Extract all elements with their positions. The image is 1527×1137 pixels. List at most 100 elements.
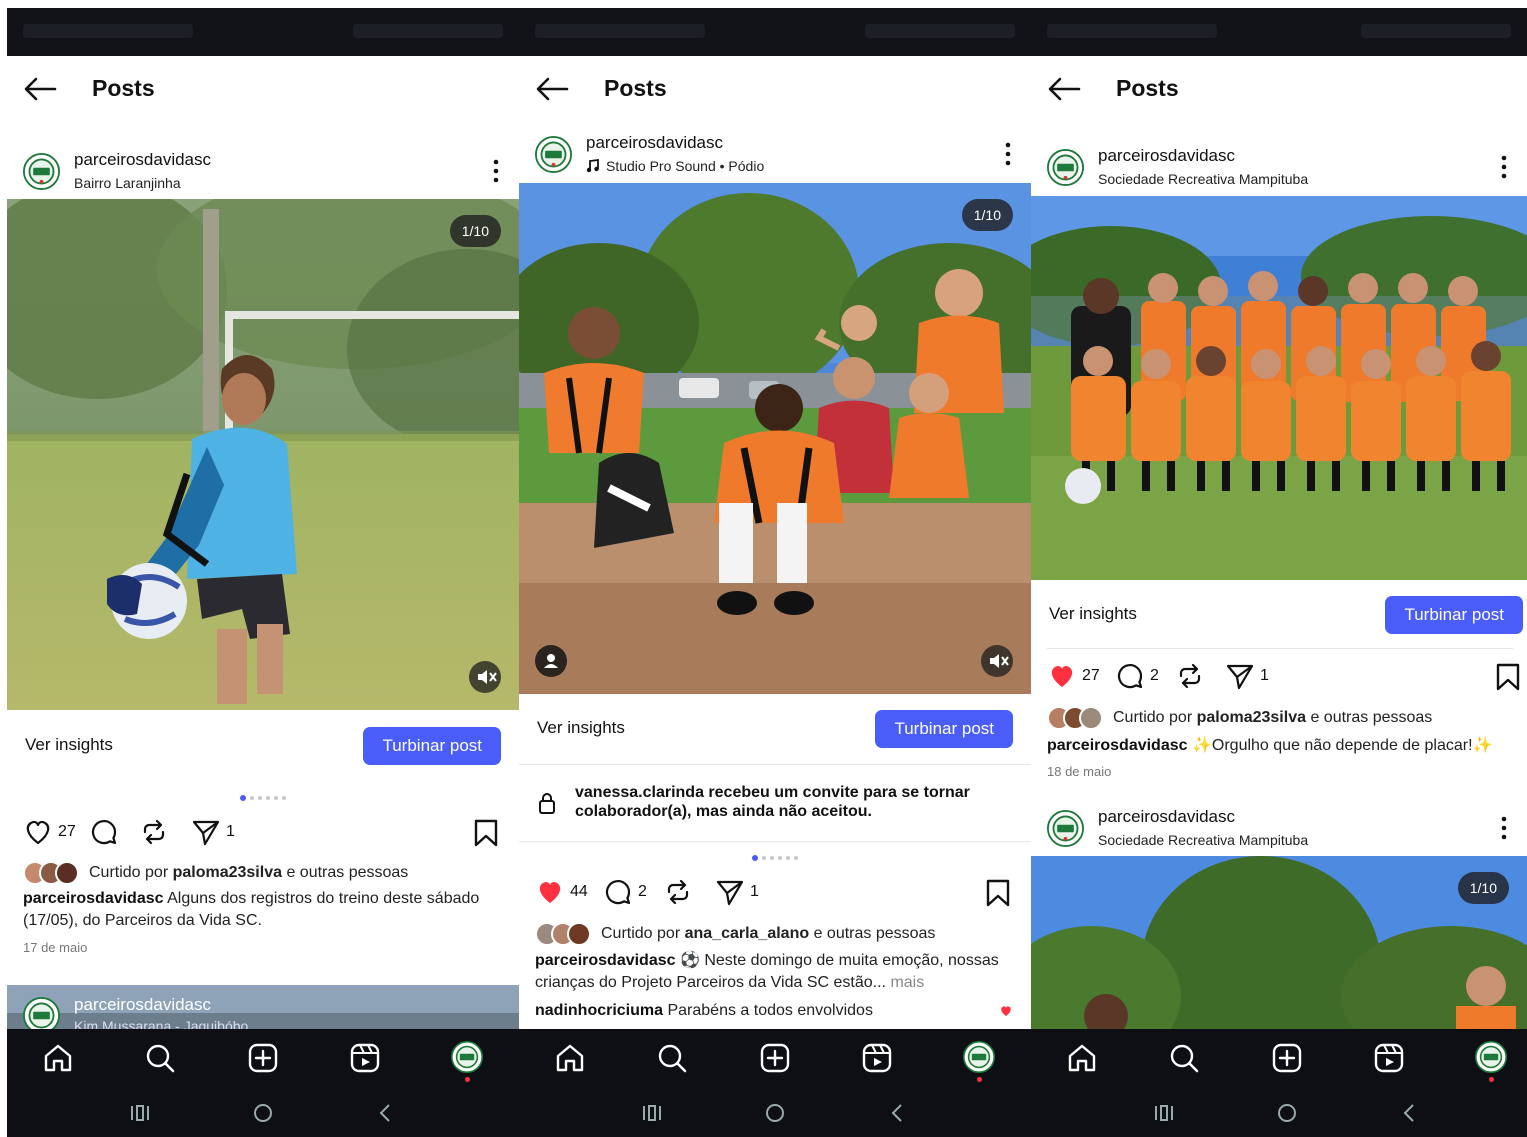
avatar[interactable]	[23, 997, 60, 1029]
avatar[interactable]	[1047, 810, 1084, 847]
home-circle-icon[interactable]	[762, 1101, 788, 1125]
comment-icon[interactable]	[1115, 661, 1145, 691]
repost-icon[interactable]	[1175, 661, 1205, 691]
boost-post-button[interactable]: Turbinar post	[363, 727, 501, 765]
send-icon[interactable]	[191, 817, 221, 847]
home-icon[interactable]	[553, 1041, 587, 1075]
like-button[interactable]: 27	[1047, 661, 1100, 691]
comment-icon[interactable]	[89, 817, 119, 847]
kebab-icon[interactable]	[485, 156, 507, 186]
reels-icon[interactable]	[348, 1041, 382, 1075]
location-label[interactable]: Kim Mussarana - Jaquibóbo	[74, 1018, 248, 1029]
like-button[interactable]: 44	[535, 877, 588, 907]
home-circle-icon[interactable]	[1274, 1101, 1300, 1125]
share-count[interactable]: 1	[1260, 667, 1269, 685]
kebab-icon[interactable]	[997, 139, 1019, 169]
profile-avatar[interactable]	[451, 1041, 483, 1073]
audio-label[interactable]: Studio Pro Sound • Pódio	[586, 158, 764, 174]
liked-by-row[interactable]: Curtido por ana_carla_alano e outras pes…	[535, 921, 1025, 947]
more-link[interactable]: mais	[886, 974, 924, 991]
location-label[interactable]: Sociedade Recreativa Mampituba	[1098, 832, 1308, 848]
send-button[interactable]: 1	[715, 877, 759, 907]
bookmark-icon[interactable]	[473, 819, 499, 847]
share-count[interactable]: 1	[226, 823, 235, 841]
search-icon[interactable]	[1167, 1041, 1201, 1075]
heart-icon[interactable]	[999, 1004, 1013, 1018]
kebab-icon[interactable]	[1493, 152, 1515, 182]
back-arrow-icon[interactable]	[23, 76, 57, 102]
create-icon[interactable]	[1270, 1041, 1304, 1075]
view-insights-link[interactable]: Ver insights	[1049, 604, 1137, 624]
boost-post-button[interactable]: Turbinar post	[1385, 596, 1523, 634]
post-author[interactable]: parceirosdavidasc Sociedade Recreativa M…	[1031, 140, 1527, 192]
create-icon[interactable]	[758, 1041, 792, 1075]
recents-icon[interactable]	[639, 1101, 665, 1125]
author-name[interactable]: parceirosdavidasc	[1098, 807, 1235, 827]
liked-by-row[interactable]: Curtido por paloma23silva e outras pesso…	[23, 860, 513, 886]
comment-count[interactable]: 2	[1150, 667, 1159, 685]
search-icon[interactable]	[143, 1041, 177, 1075]
comment-button[interactable]: 2	[603, 877, 647, 907]
like-count[interactable]: 27	[1082, 667, 1100, 685]
view-insights-link[interactable]: Ver insights	[537, 718, 625, 738]
recents-icon[interactable]	[127, 1101, 153, 1125]
profile-avatar[interactable]	[1475, 1041, 1507, 1073]
liked-by-row[interactable]: Curtido por paloma23silva e outras pesso…	[1047, 705, 1527, 731]
avatar[interactable]	[535, 136, 572, 173]
comment-icon[interactable]	[603, 877, 633, 907]
location-label[interactable]: Bairro Laranjinha	[74, 175, 181, 191]
home-icon[interactable]	[41, 1041, 75, 1075]
avatar[interactable]	[23, 153, 60, 190]
post-photo[interactable]	[1031, 196, 1527, 580]
comment-count[interactable]: 2	[638, 883, 647, 901]
location-label[interactable]: Sociedade Recreativa Mampituba	[1098, 171, 1308, 187]
back-arrow-icon[interactable]	[535, 76, 569, 102]
repost-button[interactable]	[1175, 661, 1205, 691]
send-button[interactable]: 1	[191, 817, 235, 847]
repost-button[interactable]	[139, 817, 169, 847]
back-chevron-icon[interactable]	[885, 1101, 911, 1125]
heart-icon[interactable]	[535, 877, 565, 907]
create-icon[interactable]	[246, 1041, 280, 1075]
mute-icon[interactable]	[469, 661, 501, 693]
author-name[interactable]: parceirosdavidasc	[74, 150, 211, 170]
reels-icon[interactable]	[860, 1041, 894, 1075]
bookmark-icon[interactable]	[1495, 663, 1521, 691]
like-count[interactable]: 44	[570, 883, 588, 901]
home-icon[interactable]	[1065, 1041, 1099, 1075]
next-post-author[interactable]: parceirosdavidasc Sociedade Recreativa M…	[1031, 801, 1527, 853]
post-author[interactable]: parceirosdavidasc Bairro Laranjinha	[7, 144, 519, 196]
reels-icon[interactable]	[1372, 1041, 1406, 1075]
post-photo[interactable]: 1/10	[519, 183, 1031, 694]
next-post-photo[interactable]: 1/10	[1031, 856, 1527, 1029]
kebab-icon[interactable]	[1493, 813, 1515, 843]
back-chevron-icon[interactable]	[373, 1101, 399, 1125]
avatar[interactable]	[1047, 149, 1084, 186]
send-icon[interactable]	[715, 877, 745, 907]
recents-icon[interactable]	[1151, 1101, 1177, 1125]
post-author[interactable]: parceirosdavidasc Studio Pro Sound • Pód…	[519, 127, 1031, 179]
author-name[interactable]: parceirosdavidasc	[1098, 146, 1235, 166]
like-count[interactable]: 27	[58, 823, 76, 841]
heart-icon[interactable]	[1047, 661, 1077, 691]
back-arrow-icon[interactable]	[1047, 76, 1081, 102]
share-count[interactable]: 1	[750, 883, 759, 901]
repost-icon[interactable]	[663, 877, 693, 907]
home-circle-icon[interactable]	[250, 1101, 276, 1125]
profile-avatar[interactable]	[963, 1041, 995, 1073]
bookmark-icon[interactable]	[985, 879, 1011, 907]
mute-icon[interactable]	[981, 645, 1013, 677]
send-button[interactable]: 1	[1225, 661, 1269, 691]
repost-icon[interactable]	[139, 817, 169, 847]
search-icon[interactable]	[655, 1041, 689, 1075]
comment-button[interactable]: 2	[1115, 661, 1159, 691]
repost-button[interactable]	[663, 877, 693, 907]
send-icon[interactable]	[1225, 661, 1255, 691]
heart-icon[interactable]	[23, 817, 53, 847]
comment-button[interactable]	[89, 817, 119, 847]
tag-person-icon[interactable]	[535, 645, 567, 677]
like-button[interactable]: 27	[23, 817, 76, 847]
post-photo[interactable]: 1/10	[7, 199, 519, 710]
next-post-peek[interactable]: parceirosdavidasc Kim Mussarana - Jaquib…	[7, 985, 519, 1029]
view-insights-link[interactable]: Ver insights	[25, 735, 113, 755]
